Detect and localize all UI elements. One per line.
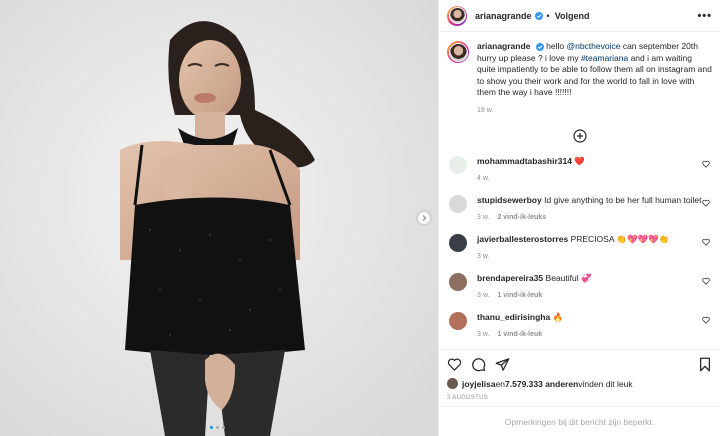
commenter-avatar[interactable] <box>449 273 467 291</box>
comment-item: javierballesterostorres PRECIOSA 👏💖💖💖👏 3… <box>447 234 712 262</box>
comment-age: 3 w. <box>477 253 490 260</box>
comments-list[interactable]: arianagrande hello @nbcthevoice can sept… <box>439 33 720 348</box>
next-slide-button[interactable] <box>417 211 431 225</box>
photo-illustration <box>0 0 438 436</box>
bookmark-icon[interactable] <box>698 357 712 372</box>
commenter-avatar[interactable] <box>449 195 467 213</box>
post-date: 3 AUGUSTUS <box>447 395 489 401</box>
likes-count-link[interactable]: 7.579.333 anderen <box>505 379 578 389</box>
carousel-dot <box>222 426 225 429</box>
liker-username[interactable]: joyjelisa <box>462 379 496 389</box>
likes-connector: en <box>495 378 506 389</box>
comment-age: 3 w. <box>477 292 490 299</box>
share-icon[interactable] <box>495 357 510 372</box>
carousel-indicator <box>210 426 225 429</box>
comment-item: thanu_edirisingha 🔥 3 w. 1 vind-ik-leuk <box>447 312 712 340</box>
comment-likes[interactable]: 1 vind-ik-leuk <box>497 331 542 338</box>
comment-item: mohammadtabashir314 ❤️ 4 w. <box>447 156 712 184</box>
comment-item: brendapereira35 Beautiful 💞 3 w. 1 vind-i… <box>447 273 712 301</box>
post-photo[interactable] <box>0 0 438 436</box>
carousel-dot <box>210 426 213 429</box>
post-side-panel: arianagrande • Volgend ••• arianagrande … <box>438 0 720 436</box>
load-more-comments-button[interactable] <box>447 129 712 143</box>
comment-icon[interactable] <box>471 357 486 372</box>
comment-text: 🔥 <box>552 312 564 322</box>
comment-age: 4 w. <box>477 175 490 182</box>
heart-icon[interactable] <box>447 357 462 372</box>
author-avatar[interactable] <box>447 5 467 26</box>
plus-circle-icon <box>572 129 587 143</box>
comment-item: stupidsewerboy Id give anything to be he… <box>447 195 712 223</box>
like-comment-icon[interactable] <box>702 277 710 285</box>
caption-hashtag-link[interactable]: #teamariana <box>581 53 628 63</box>
caption-mention-link[interactable]: @nbcthevoice <box>566 41 620 51</box>
more-options-icon[interactable]: ••• <box>697 10 712 22</box>
post-actions-area: joyjelisa en 7.579.333 anderen vinden di… <box>439 349 720 401</box>
like-comment-icon[interactable] <box>702 199 710 207</box>
action-bar <box>447 350 712 378</box>
verified-icon <box>534 11 543 20</box>
like-comment-icon[interactable] <box>702 238 710 246</box>
comment-text: Beautiful 💞 <box>545 273 592 283</box>
caption-avatar[interactable] <box>447 41 469 63</box>
liker-avatar[interactable] <box>447 378 458 389</box>
comment-text: ❤️ <box>574 156 585 166</box>
commenter-username[interactable]: stupidsewerboy <box>477 195 542 205</box>
comment-text: PRECIOSA 👏💖💖💖👏 <box>570 234 670 244</box>
comment-likes[interactable]: 2 vind-ik-leuks <box>497 214 546 221</box>
comments-restricted-notice: Opmerkingen bij dit bericht zijn beperkt… <box>439 406 720 436</box>
commenter-avatar[interactable] <box>449 156 467 174</box>
like-comment-icon[interactable] <box>702 316 710 324</box>
chevron-right-icon <box>422 215 427 221</box>
caption-age: 19 w. <box>477 106 494 114</box>
carousel-dot <box>216 426 219 429</box>
comment-age: 3 w. <box>477 214 490 221</box>
comment-likes[interactable]: 1 vind-ik-leuk <box>497 292 542 299</box>
commenter-username[interactable]: brendapereira35 <box>477 273 543 283</box>
likes-summary: joyjelisa en 7.579.333 anderen vinden di… <box>447 378 712 389</box>
like-comment-icon[interactable] <box>702 160 710 168</box>
commenter-username[interactable]: javierballesterostorres <box>477 234 568 244</box>
commenter-avatar[interactable] <box>449 312 467 330</box>
commenter-username[interactable]: thanu_edirisingha <box>477 312 550 322</box>
commenter-avatar[interactable] <box>449 234 467 252</box>
likes-suffix: vinden dit leuk <box>578 378 633 389</box>
caption-text-1: hello <box>546 41 567 51</box>
verified-icon <box>535 42 544 51</box>
commenter-username[interactable]: mohammadtabashir314 <box>477 156 572 166</box>
comment-text: Id give anything to be her full human to… <box>544 195 702 205</box>
post-header: arianagrande • Volgend ••• <box>439 0 720 32</box>
author-username[interactable]: arianagrande <box>475 11 532 21</box>
comment-age: 3 w. <box>477 331 490 338</box>
follow-status-button[interactable]: Volgend <box>555 11 590 21</box>
post-caption: arianagrande hello @nbcthevoice can sept… <box>447 41 712 116</box>
caption-username[interactable]: arianagrande <box>477 41 530 51</box>
